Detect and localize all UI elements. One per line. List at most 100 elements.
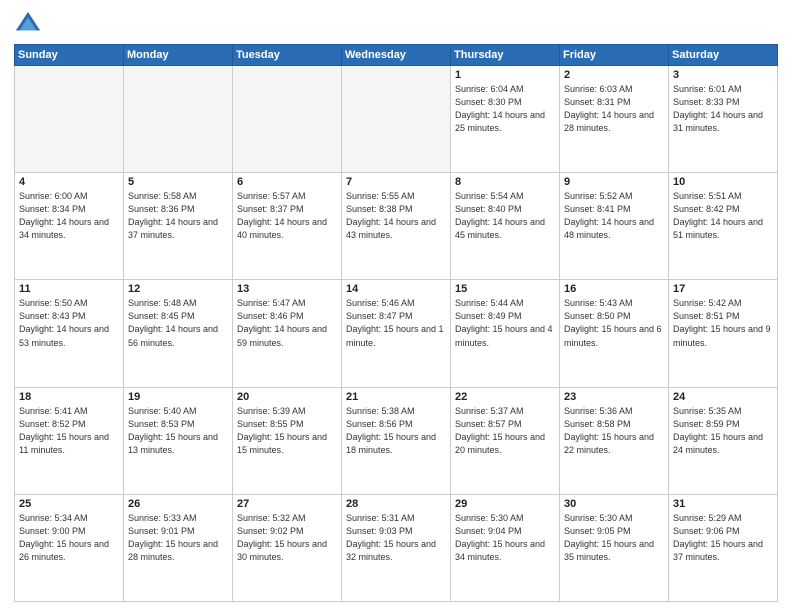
day-info: Sunrise: 5:50 AM Sunset: 8:43 PM Dayligh… bbox=[19, 297, 119, 349]
day-info: Sunrise: 5:58 AM Sunset: 8:36 PM Dayligh… bbox=[128, 190, 228, 242]
day-info: Sunrise: 5:32 AM Sunset: 9:02 PM Dayligh… bbox=[237, 512, 337, 564]
calendar-cell: 14Sunrise: 5:46 AM Sunset: 8:47 PM Dayli… bbox=[342, 280, 451, 387]
col-header-wednesday: Wednesday bbox=[342, 45, 451, 66]
col-header-sunday: Sunday bbox=[15, 45, 124, 66]
day-number: 1 bbox=[455, 69, 555, 81]
calendar-cell: 7 Sunrise: 5:55 AM Sunset: 8:38 PM Daylig… bbox=[342, 173, 451, 280]
calendar-cell bbox=[233, 66, 342, 173]
calendar-cell: 8 Sunrise: 5:54 AM Sunset: 8:40 PM Daylig… bbox=[451, 173, 560, 280]
calendar-cell: 26 Sunrise: 5:33 AM Sunset: 9:01 PM Dayli… bbox=[124, 494, 233, 601]
day-number: 8 bbox=[455, 176, 555, 188]
calendar-cell: 6Sunrise: 5:57 AM Sunset: 8:37 PM Daylig… bbox=[233, 173, 342, 280]
calendar-week-0: 1Sunrise: 6:04 AM Sunset: 8:30 PM Daylig… bbox=[15, 66, 778, 173]
day-info: Sunrise: 5:40 AM Sunset: 8:53 PM Dayligh… bbox=[128, 405, 228, 457]
calendar-cell: 19 Sunrise: 5:40 AM Sunset: 8:53 PM Dayli… bbox=[124, 387, 233, 494]
calendar-cell: 13Sunrise: 5:47 AM Sunset: 8:46 PM Dayli… bbox=[233, 280, 342, 387]
logo bbox=[14, 10, 46, 38]
day-info: Sunrise: 5:54 AM Sunset: 8:40 PM Dayligh… bbox=[455, 190, 555, 242]
day-number: 19 bbox=[128, 391, 228, 403]
calendar-cell: 12Sunrise: 5:48 AM Sunset: 8:45 PM Dayli… bbox=[124, 280, 233, 387]
calendar-table: SundayMondayTuesdayWednesdayThursdayFrid… bbox=[14, 44, 778, 602]
day-info: Sunrise: 5:33 AM Sunset: 9:01 PM Dayligh… bbox=[128, 512, 228, 564]
col-header-thursday: Thursday bbox=[451, 45, 560, 66]
day-number: 26 bbox=[128, 498, 228, 510]
calendar-cell: 21Sunrise: 5:38 AM Sunset: 8:56 PM Dayli… bbox=[342, 387, 451, 494]
calendar-cell: 20 Sunrise: 5:39 AM Sunset: 8:55 PM Dayli… bbox=[233, 387, 342, 494]
calendar-week-1: 4 Sunrise: 6:00 AM Sunset: 8:34 PM Daylig… bbox=[15, 173, 778, 280]
day-number: 10 bbox=[673, 176, 773, 188]
calendar-cell bbox=[342, 66, 451, 173]
day-number: 7 bbox=[346, 176, 446, 188]
day-info: Sunrise: 6:01 AM Sunset: 8:33 PM Dayligh… bbox=[673, 83, 773, 135]
day-info: Sunrise: 5:37 AM Sunset: 8:57 PM Dayligh… bbox=[455, 405, 555, 457]
day-number: 31 bbox=[673, 498, 773, 510]
day-number: 11 bbox=[19, 283, 119, 295]
day-info: Sunrise: 6:03 AM Sunset: 8:31 PM Dayligh… bbox=[564, 83, 664, 135]
day-number: 22 bbox=[455, 391, 555, 403]
day-number: 24 bbox=[673, 391, 773, 403]
calendar-week-2: 11 Sunrise: 5:50 AM Sunset: 8:43 PM Dayli… bbox=[15, 280, 778, 387]
calendar-cell: 4 Sunrise: 6:00 AM Sunset: 8:34 PM Daylig… bbox=[15, 173, 124, 280]
day-info: Sunrise: 5:30 AM Sunset: 9:05 PM Dayligh… bbox=[564, 512, 664, 564]
day-number: 15 bbox=[455, 283, 555, 295]
calendar-cell: 5 Sunrise: 5:58 AM Sunset: 8:36 PM Daylig… bbox=[124, 173, 233, 280]
day-number: 9 bbox=[564, 176, 664, 188]
calendar-cell: 25 Sunrise: 5:34 AM Sunset: 9:00 PM Dayli… bbox=[15, 494, 124, 601]
calendar-cell bbox=[124, 66, 233, 173]
day-number: 14 bbox=[346, 283, 446, 295]
day-number: 4 bbox=[19, 176, 119, 188]
day-info: Sunrise: 5:44 AM Sunset: 8:49 PM Dayligh… bbox=[455, 297, 555, 349]
day-info: Sunrise: 5:31 AM Sunset: 9:03 PM Dayligh… bbox=[346, 512, 446, 564]
day-info: Sunrise: 5:39 AM Sunset: 8:55 PM Dayligh… bbox=[237, 405, 337, 457]
day-number: 29 bbox=[455, 498, 555, 510]
day-info: Sunrise: 5:48 AM Sunset: 8:45 PM Dayligh… bbox=[128, 297, 228, 349]
col-header-tuesday: Tuesday bbox=[233, 45, 342, 66]
day-info: Sunrise: 5:35 AM Sunset: 8:59 PM Dayligh… bbox=[673, 405, 773, 457]
day-info: Sunrise: 5:52 AM Sunset: 8:41 PM Dayligh… bbox=[564, 190, 664, 242]
day-info: Sunrise: 6:00 AM Sunset: 8:34 PM Dayligh… bbox=[19, 190, 119, 242]
calendar-cell: 23 Sunrise: 5:36 AM Sunset: 8:58 PM Dayli… bbox=[560, 387, 669, 494]
day-info: Sunrise: 5:30 AM Sunset: 9:04 PM Dayligh… bbox=[455, 512, 555, 564]
day-info: Sunrise: 5:36 AM Sunset: 8:58 PM Dayligh… bbox=[564, 405, 664, 457]
day-number: 23 bbox=[564, 391, 664, 403]
calendar-cell: 22 Sunrise: 5:37 AM Sunset: 8:57 PM Dayli… bbox=[451, 387, 560, 494]
calendar-cell: 31 Sunrise: 5:29 AM Sunset: 9:06 PM Dayli… bbox=[669, 494, 778, 601]
calendar-header-row: SundayMondayTuesdayWednesdayThursdayFrid… bbox=[15, 45, 778, 66]
day-number: 20 bbox=[237, 391, 337, 403]
day-number: 2 bbox=[564, 69, 664, 81]
calendar-cell: 10 Sunrise: 5:51 AM Sunset: 8:42 PM Dayli… bbox=[669, 173, 778, 280]
day-info: Sunrise: 5:47 AM Sunset: 8:46 PM Dayligh… bbox=[237, 297, 337, 349]
day-info: Sunrise: 5:29 AM Sunset: 9:06 PM Dayligh… bbox=[673, 512, 773, 564]
day-info: Sunrise: 5:55 AM Sunset: 8:38 PM Dayligh… bbox=[346, 190, 446, 242]
day-number: 5 bbox=[128, 176, 228, 188]
calendar-cell: 18Sunrise: 5:41 AM Sunset: 8:52 PM Dayli… bbox=[15, 387, 124, 494]
calendar-cell: 1Sunrise: 6:04 AM Sunset: 8:30 PM Daylig… bbox=[451, 66, 560, 173]
calendar-cell: 24 Sunrise: 5:35 AM Sunset: 8:59 PM Dayli… bbox=[669, 387, 778, 494]
calendar-cell: 28 Sunrise: 5:31 AM Sunset: 9:03 PM Dayli… bbox=[342, 494, 451, 601]
calendar-cell: 27Sunrise: 5:32 AM Sunset: 9:02 PM Dayli… bbox=[233, 494, 342, 601]
col-header-saturday: Saturday bbox=[669, 45, 778, 66]
calendar-cell: 3 Sunrise: 6:01 AM Sunset: 8:33 PM Daylig… bbox=[669, 66, 778, 173]
calendar-week-4: 25 Sunrise: 5:34 AM Sunset: 9:00 PM Dayli… bbox=[15, 494, 778, 601]
col-header-monday: Monday bbox=[124, 45, 233, 66]
day-info: Sunrise: 5:51 AM Sunset: 8:42 PM Dayligh… bbox=[673, 190, 773, 242]
calendar-cell: 16Sunrise: 5:43 AM Sunset: 8:50 PM Dayli… bbox=[560, 280, 669, 387]
day-info: Sunrise: 5:43 AM Sunset: 8:50 PM Dayligh… bbox=[564, 297, 664, 349]
day-number: 3 bbox=[673, 69, 773, 81]
day-number: 18 bbox=[19, 391, 119, 403]
calendar-cell: 15 Sunrise: 5:44 AM Sunset: 8:49 PM Dayli… bbox=[451, 280, 560, 387]
calendar-cell: 17Sunrise: 5:42 AM Sunset: 8:51 PM Dayli… bbox=[669, 280, 778, 387]
day-number: 30 bbox=[564, 498, 664, 510]
day-number: 25 bbox=[19, 498, 119, 510]
day-info: Sunrise: 5:34 AM Sunset: 9:00 PM Dayligh… bbox=[19, 512, 119, 564]
day-number: 21 bbox=[346, 391, 446, 403]
day-info: Sunrise: 5:57 AM Sunset: 8:37 PM Dayligh… bbox=[237, 190, 337, 242]
logo-icon bbox=[14, 10, 42, 38]
calendar-week-3: 18Sunrise: 5:41 AM Sunset: 8:52 PM Dayli… bbox=[15, 387, 778, 494]
page: SundayMondayTuesdayWednesdayThursdayFrid… bbox=[0, 0, 792, 612]
calendar-cell: 9 Sunrise: 5:52 AM Sunset: 8:41 PM Daylig… bbox=[560, 173, 669, 280]
calendar-cell: 11 Sunrise: 5:50 AM Sunset: 8:43 PM Dayli… bbox=[15, 280, 124, 387]
day-number: 28 bbox=[346, 498, 446, 510]
day-number: 17 bbox=[673, 283, 773, 295]
header bbox=[14, 10, 778, 38]
